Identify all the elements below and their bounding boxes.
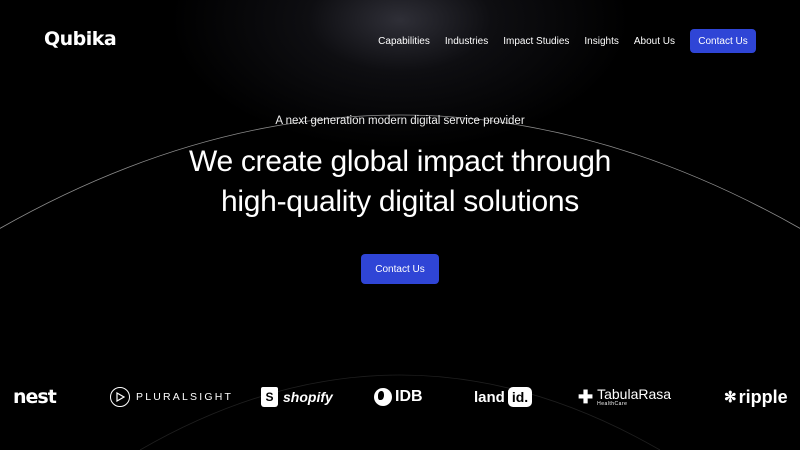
- page: Qubika Capabilities Industries Impact St…: [0, 0, 800, 450]
- land-wordmark: land: [474, 388, 505, 406]
- qubika-logo[interactable]: Qubika: [44, 28, 117, 50]
- nav-about-us[interactable]: About Us: [634, 36, 675, 47]
- ripple-wordmark: ripple: [738, 386, 788, 407]
- tabularasa-logo: ✚ TabulaRasa HealthCare: [578, 376, 671, 418]
- nav-industries[interactable]: Industries: [445, 36, 488, 47]
- hero-tagline: A next generation modern digital service…: [275, 115, 525, 127]
- nest-wordmark: nest: [13, 386, 57, 408]
- header-contact-button[interactable]: Contact Us: [690, 29, 756, 53]
- nest-logo: nest: [13, 376, 57, 418]
- shopify-bag-icon: S: [261, 387, 278, 407]
- hero-headline: We create global impact through high-qua…: [0, 142, 800, 222]
- pluralsight-play-icon: [110, 387, 130, 407]
- main-nav: Capabilities Industries Impact Studies I…: [378, 29, 756, 53]
- pluralsight-logo: PLURALSIGHT: [110, 376, 233, 418]
- client-logos: nest PLURALSIGHT S shopify IDB land id. …: [0, 376, 800, 418]
- pluralsight-wordmark: PLURALSIGHT: [136, 391, 234, 403]
- headline-line-2: high-quality digital solutions: [221, 185, 579, 218]
- tabularasa-wordmark: TabulaRasa: [597, 386, 672, 402]
- nav-capabilities[interactable]: Capabilities: [378, 36, 430, 47]
- shopify-wordmark: shopify: [283, 389, 333, 405]
- idb-globe-icon: [374, 388, 392, 406]
- hero-contact-button[interactable]: Contact Us: [361, 254, 439, 284]
- headline-line-1: We create global impact through: [188, 145, 612, 178]
- landid-logo: land id.: [474, 376, 533, 418]
- idb-wordmark: IDB: [395, 388, 423, 405]
- ripple-logo: ✻ ripple: [724, 376, 788, 418]
- tabularasa-subtitle: HealthCare: [597, 401, 628, 407]
- nav-insights[interactable]: Insights: [584, 36, 618, 47]
- tabularasa-cross-icon: ✚: [578, 386, 594, 407]
- id-wordmark: id.: [507, 387, 533, 407]
- idb-logo: IDB: [374, 376, 423, 418]
- nav-impact-studies[interactable]: Impact Studies: [503, 36, 569, 47]
- ripple-mark-icon: ✻: [724, 389, 737, 406]
- shopify-logo: S shopify: [261, 376, 333, 418]
